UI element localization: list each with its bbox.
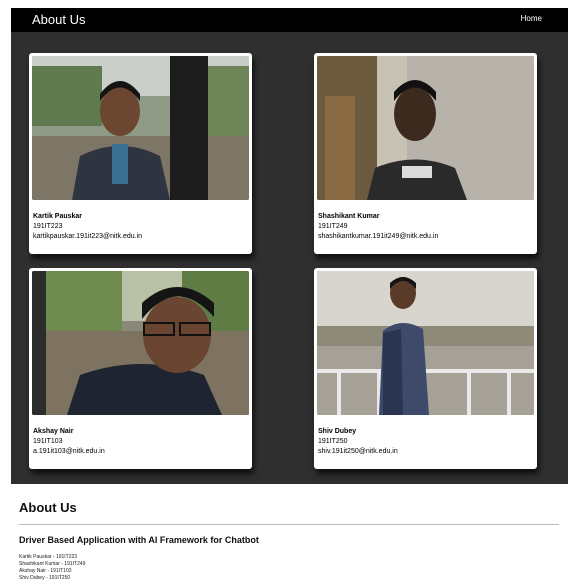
- member-id: 191IT249: [318, 223, 348, 230]
- member-name: Kartik Pauskar: [33, 213, 83, 220]
- member-id: 191IT250: [318, 438, 348, 445]
- list-item: Shashikant Kumar - 191IT249: [19, 561, 86, 567]
- list-item: Shiv Dubey - 191IT250: [19, 575, 71, 581]
- about-page: About Us Home Kartik Pauskar 191IT223 ka…: [0, 0, 577, 588]
- team-card-kartik: Kartik Pauskar 191IT223 kartikpauskar.19…: [29, 53, 252, 254]
- member-photo: [32, 56, 249, 200]
- section-divider: [19, 524, 559, 525]
- team-gallery: Kartik Pauskar 191IT223 kartikpauskar.19…: [11, 32, 568, 484]
- member-photo-image: [32, 271, 249, 415]
- team-card-shiv: Shiv Dubey 191IT250 shiv.191it250@nitk.e…: [314, 268, 537, 469]
- member-email[interactable]: a.191it103@nitk.edu.in: [33, 447, 105, 456]
- list-item: Kartik Pauskar - 191IT223: [19, 554, 78, 560]
- member-photo: [32, 271, 249, 415]
- team-card-akshay: Akshay Nair 191IT103 a.191it103@nitk.edu…: [29, 268, 252, 469]
- navbar: About Us Home: [11, 8, 568, 32]
- member-photo-image: [317, 271, 534, 415]
- member-photo: [317, 56, 534, 200]
- team-card-shashikant: Shashikant Kumar 191IT249 shashikantkuma…: [314, 53, 537, 254]
- member-photo-image: [32, 56, 249, 200]
- member-id: 191IT103: [33, 438, 63, 445]
- home-link[interactable]: Home: [521, 13, 542, 25]
- member-name: Akshay Nair: [33, 428, 74, 435]
- member-email[interactable]: kartikpauskar.191it223@nitk.edu.in: [33, 232, 142, 241]
- list-item: Akshay Nair - 191IT103: [19, 568, 72, 574]
- member-id: 191IT223: [33, 223, 63, 230]
- member-photo: [317, 271, 534, 415]
- member-photo-image: [317, 56, 534, 200]
- member-name: Shiv Dubey: [318, 428, 357, 435]
- project-title: Driver Based Application with AI Framewo…: [19, 535, 259, 545]
- member-email[interactable]: shiv.191it250@nitk.edu.in: [318, 447, 398, 456]
- navbar-brand[interactable]: About Us: [32, 11, 85, 29]
- member-name: Shashikant Kumar: [318, 213, 380, 220]
- about-heading: About Us: [19, 500, 77, 515]
- member-list: Kartik Pauskar - 191IT223 Shashikant Kum…: [19, 554, 85, 582]
- member-email[interactable]: shashikantkumar.191it249@nitk.edu.in: [318, 232, 438, 241]
